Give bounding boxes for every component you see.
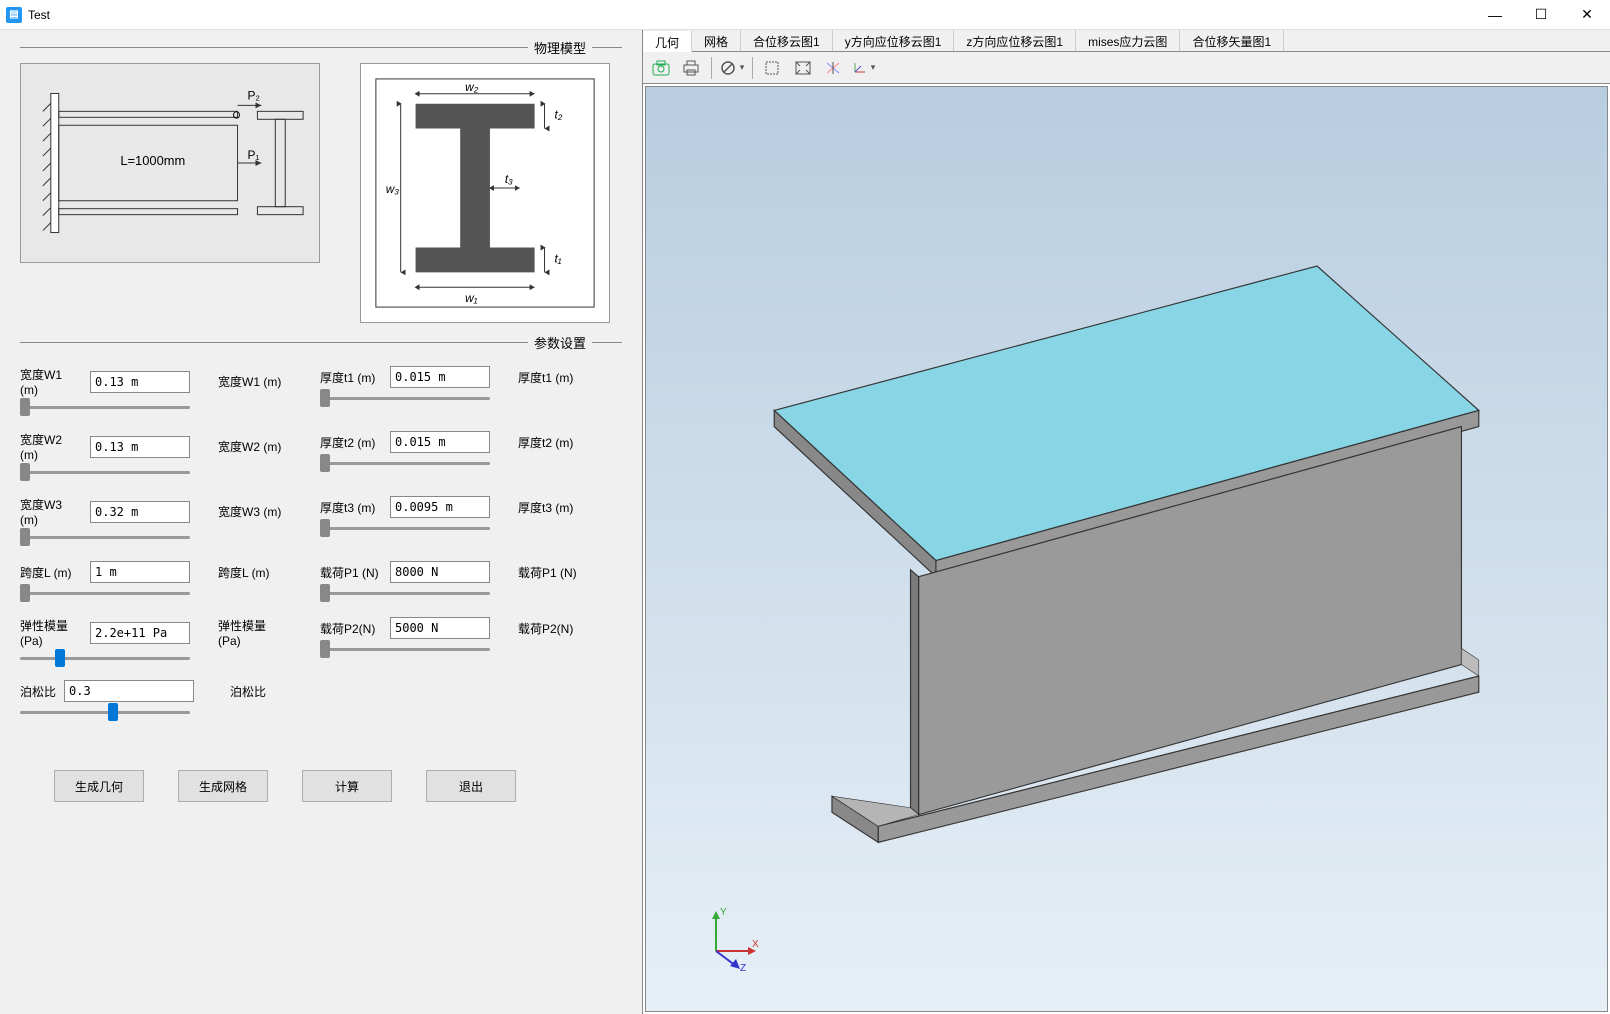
- input-t3[interactable]: [390, 496, 490, 518]
- diagram-label-P1: P₁: [247, 148, 259, 162]
- view-toolbar: ▾ ▾: [643, 52, 1610, 84]
- svg-text:Y: Y: [720, 907, 727, 918]
- input-E[interactable]: [90, 622, 190, 644]
- param-label-P1: 载荷P1 (N): [320, 564, 382, 581]
- input-t2[interactable]: [390, 431, 490, 453]
- tab-y-disp[interactable]: y方向应位移云图1: [833, 30, 955, 51]
- slider-t2[interactable]: [320, 460, 490, 466]
- section-title: 参数设置: [528, 333, 592, 352]
- calculate-button[interactable]: 计算: [302, 770, 392, 802]
- axes-orientation-icon[interactable]: ▾: [849, 55, 877, 81]
- left-panel: 物理模型: [0, 30, 642, 1014]
- slider-E[interactable]: [20, 655, 190, 661]
- param-label-w2: 宽度W2 (m): [20, 431, 82, 462]
- slider-nu[interactable]: [20, 709, 190, 715]
- input-P2[interactable]: [390, 617, 490, 639]
- svg-text:t₁: t₁: [554, 251, 561, 265]
- param-unit-nu: 泊松比: [230, 683, 300, 700]
- diagram-label-O: O: [233, 110, 241, 121]
- title-bar: ▤ Test ― ☐ ✕: [0, 0, 1610, 30]
- screenshot-icon[interactable]: [647, 55, 675, 81]
- section-title: 物理模型: [528, 38, 592, 57]
- input-nu[interactable]: [64, 680, 194, 702]
- maximize-button[interactable]: ☐: [1518, 0, 1564, 30]
- zoom-selection-icon[interactable]: [819, 55, 847, 81]
- param-label-w3: 宽度W3 (m): [20, 496, 82, 527]
- input-t1[interactable]: [390, 366, 490, 388]
- tab-mesh[interactable]: 网格: [692, 30, 741, 51]
- input-L[interactable]: [90, 561, 190, 583]
- param-label-E: 弹性模量 (Pa): [20, 617, 82, 648]
- slider-P1[interactable]: [320, 590, 490, 596]
- diagram-label-L: L=1000mm: [120, 153, 185, 168]
- generate-geometry-button[interactable]: 生成几何: [54, 770, 144, 802]
- minimize-button[interactable]: ―: [1472, 0, 1518, 30]
- param-unit-P2: 载荷P2(N): [518, 620, 588, 637]
- app-icon: ▤: [6, 7, 22, 23]
- section-header-physical-model: 物理模型: [20, 38, 622, 57]
- svg-text:w₂: w₂: [465, 80, 479, 94]
- ibeam-section-diagram: w₂ w₁ w₃ t₂ t₁ t₃: [360, 63, 610, 323]
- print-icon[interactable]: [677, 55, 705, 81]
- svg-text:t₂: t₂: [554, 108, 562, 122]
- exit-button[interactable]: 退出: [426, 770, 516, 802]
- axis-triad: Y X Z: [696, 901, 766, 971]
- input-w3[interactable]: [90, 501, 190, 523]
- param-label-L: 跨度L (m): [20, 564, 82, 581]
- param-unit-t2: 厚度t2 (m): [518, 434, 588, 451]
- tab-z-disp[interactable]: z方向应位移云图1: [954, 30, 1076, 51]
- input-P1[interactable]: [390, 561, 490, 583]
- param-unit-w3: 宽度W3 (m): [218, 503, 288, 520]
- slider-L[interactable]: [20, 590, 190, 596]
- param-unit-P1: 载荷P1 (N): [518, 564, 588, 581]
- slider-t3[interactable]: [320, 525, 490, 531]
- param-unit-t1: 厚度t1 (m): [518, 369, 588, 386]
- param-label-w1: 宽度W1 (m): [20, 366, 82, 397]
- param-unit-t3: 厚度t3 (m): [518, 499, 588, 516]
- right-panel: 几何 网格 合位移云图1 y方向应位移云图1 z方向应位移云图1 mises应力…: [642, 30, 1610, 1014]
- param-label-t1: 厚度t1 (m): [320, 369, 382, 386]
- slider-t1[interactable]: [320, 395, 490, 401]
- tab-disp-vector[interactable]: 合位移矢量图1: [1180, 30, 1284, 51]
- svg-text:Z: Z: [740, 963, 746, 971]
- section-header-param-settings: 参数设置: [20, 333, 622, 352]
- zoom-window-icon[interactable]: [759, 55, 787, 81]
- slider-w2[interactable]: [20, 469, 190, 475]
- no-select-icon[interactable]: ▾: [718, 55, 746, 81]
- param-label-t3: 厚度t3 (m): [320, 499, 382, 516]
- close-button[interactable]: ✕: [1564, 0, 1610, 30]
- beam-schematic: L=1000mm O P₂ P₁: [20, 63, 320, 263]
- param-label-t2: 厚度t2 (m): [320, 434, 382, 451]
- svg-text:t₃: t₃: [505, 172, 513, 186]
- param-unit-L: 跨度L (m): [218, 564, 288, 581]
- diagram-label-P2: P₂: [247, 88, 260, 102]
- param-unit-w2: 宽度W2 (m): [218, 438, 288, 455]
- svg-text:w₁: w₁: [465, 291, 478, 305]
- param-label-nu: 泊松比: [20, 683, 56, 700]
- view-tabs: 几何 网格 合位移云图1 y方向应位移云图1 z方向应位移云图1 mises应力…: [643, 30, 1610, 52]
- generate-mesh-button[interactable]: 生成网格: [178, 770, 268, 802]
- param-unit-E: 弹性模量 (Pa): [218, 617, 288, 648]
- slider-w1[interactable]: [20, 404, 190, 410]
- input-w2[interactable]: [90, 436, 190, 458]
- tab-geometry[interactable]: 几何: [643, 31, 692, 52]
- tab-mises[interactable]: mises应力云图: [1076, 30, 1180, 51]
- tab-disp-contour[interactable]: 合位移云图1: [741, 30, 833, 51]
- param-unit-w1: 宽度W1 (m): [218, 373, 288, 390]
- slider-P2[interactable]: [320, 646, 490, 652]
- slider-w3[interactable]: [20, 534, 190, 540]
- window-title: Test: [28, 8, 50, 22]
- input-w1[interactable]: [90, 371, 190, 393]
- svg-text:X: X: [752, 939, 759, 950]
- param-label-P2: 载荷P2(N): [320, 620, 382, 637]
- 3d-viewport[interactable]: Y X Z: [645, 86, 1608, 1012]
- zoom-extents-icon[interactable]: [789, 55, 817, 81]
- svg-text:w₃: w₃: [386, 182, 400, 196]
